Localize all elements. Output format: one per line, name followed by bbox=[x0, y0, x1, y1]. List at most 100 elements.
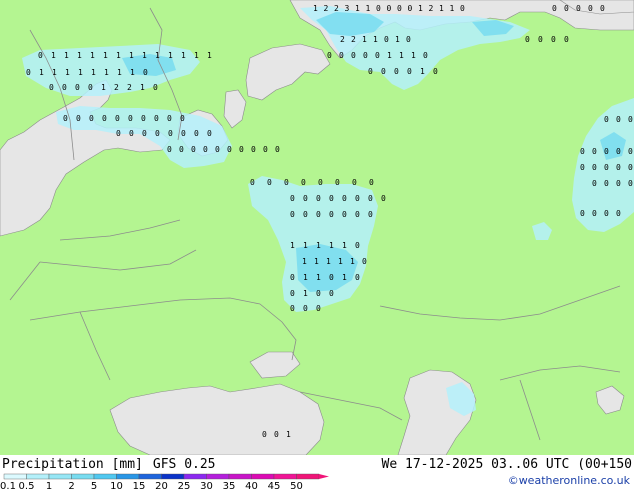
station-value: 1 bbox=[387, 51, 392, 60]
station-value: 0 bbox=[115, 114, 120, 123]
station-value: 1 bbox=[395, 35, 400, 44]
station-value: 0 bbox=[290, 194, 295, 203]
station-value: 1 bbox=[342, 241, 347, 250]
station-value: 0 bbox=[369, 178, 374, 187]
station-value: 0 bbox=[616, 209, 621, 218]
station-value: 1 bbox=[290, 241, 295, 250]
station-value: 1 bbox=[373, 35, 378, 44]
station-value: 2 bbox=[429, 4, 434, 13]
legend-label: 10 bbox=[110, 481, 123, 490]
station-value: 0 bbox=[387, 4, 392, 13]
legend-swatch bbox=[296, 473, 320, 480]
legend-label: 30 bbox=[200, 481, 213, 490]
station-value: 1 bbox=[104, 68, 109, 77]
station-value: 0 bbox=[588, 4, 593, 13]
station-value: 0 bbox=[335, 178, 340, 187]
model-label: GFS 0.25 bbox=[152, 457, 216, 472]
station-value: 1 bbox=[313, 4, 318, 13]
station-value: 1 bbox=[316, 273, 321, 282]
station-value: 0 bbox=[154, 114, 159, 123]
legend-label: 40 bbox=[245, 481, 258, 490]
station-value: 0 bbox=[616, 115, 621, 124]
station-value: 0 bbox=[284, 178, 289, 187]
station-value: 1 bbox=[78, 68, 83, 77]
station-value: 0 bbox=[604, 209, 609, 218]
station-value: 0 bbox=[616, 147, 621, 156]
station-value: 0 bbox=[329, 289, 334, 298]
station-value: 0 bbox=[628, 115, 633, 124]
station-value: 0 bbox=[263, 145, 268, 154]
station-value: 0 bbox=[251, 145, 256, 154]
station-value: 0 bbox=[525, 35, 530, 44]
station-value: 0 bbox=[580, 147, 585, 156]
station-value: 0 bbox=[168, 129, 173, 138]
station-value: 0 bbox=[600, 4, 605, 13]
station-value: 0 bbox=[89, 114, 94, 123]
station-value: 0 bbox=[316, 289, 321, 298]
station-value: 0 bbox=[167, 145, 172, 154]
station-value: 0 bbox=[267, 178, 272, 187]
station-value: 0 bbox=[375, 51, 380, 60]
station-value: 0 bbox=[316, 304, 321, 313]
station-value: 0 bbox=[167, 114, 172, 123]
station-value: 3 bbox=[345, 4, 350, 13]
station-value: 0 bbox=[592, 209, 597, 218]
parameter-label: Precipitation [mm] bbox=[2, 457, 143, 472]
station-value: 1 bbox=[52, 68, 57, 77]
legend-label: 1 bbox=[46, 481, 52, 490]
legend-swatch bbox=[116, 473, 140, 480]
station-value: 1 bbox=[302, 257, 307, 266]
station-value: 0 bbox=[604, 179, 609, 188]
station-value: 0 bbox=[355, 241, 360, 250]
legend-label: 5 bbox=[91, 481, 97, 490]
station-value: 0 bbox=[129, 129, 134, 138]
station-value: 0 bbox=[342, 194, 347, 203]
station-value: 0 bbox=[181, 129, 186, 138]
station-value: 0 bbox=[552, 4, 557, 13]
station-value: 0 bbox=[275, 145, 280, 154]
station-value: 1 bbox=[418, 4, 423, 13]
station-value: 0 bbox=[384, 35, 389, 44]
legend-label: 2 bbox=[68, 481, 74, 490]
station-value: 1 bbox=[130, 68, 135, 77]
station-value: 0 bbox=[239, 145, 244, 154]
station-value: 0 bbox=[408, 4, 413, 13]
station-value: 1 bbox=[90, 51, 95, 60]
station-value: 1 bbox=[439, 4, 444, 13]
station-value: 0 bbox=[329, 210, 334, 219]
station-value: 0 bbox=[580, 209, 585, 218]
precipitation-map: 1 2 2 3 1 1 0 0 0 0 1 2 1 1 02 2 1 1 0 1 00 0 0 0 0 1 1 1 00 0 0 0 1 00 1 1… bbox=[0, 0, 634, 455]
station-value: 0 bbox=[355, 194, 360, 203]
station-value: 0 bbox=[423, 51, 428, 60]
station-value: 0 bbox=[191, 145, 196, 154]
station-value: 0 bbox=[227, 145, 232, 154]
station-value: 1 bbox=[51, 51, 56, 60]
credit-link[interactable]: ©weatheronline.co.uk bbox=[508, 474, 630, 487]
legend-label: 20 bbox=[155, 481, 168, 490]
station-value: 0 bbox=[407, 67, 412, 76]
station-value: 0 bbox=[406, 35, 411, 44]
station-value: 1 bbox=[91, 68, 96, 77]
station-value: 1 bbox=[129, 51, 134, 60]
station-value: 2 bbox=[114, 83, 119, 92]
station-value: 0 bbox=[303, 304, 308, 313]
legend-label: 45 bbox=[268, 481, 281, 490]
station-value: 0 bbox=[76, 114, 81, 123]
station-value: 0 bbox=[339, 51, 344, 60]
legend-swatch bbox=[138, 473, 162, 480]
station-value: 1 bbox=[399, 51, 404, 60]
station-value: 0 bbox=[551, 35, 556, 44]
station-value: 0 bbox=[592, 147, 597, 156]
station-value: 1 bbox=[181, 51, 186, 60]
station-value: 1 bbox=[142, 51, 147, 60]
station-value: 1 bbox=[303, 241, 308, 250]
station-value: 1 bbox=[39, 68, 44, 77]
station-value: 0 bbox=[301, 178, 306, 187]
station-value: 0 bbox=[290, 289, 295, 298]
station-value: 2 bbox=[324, 4, 329, 13]
station-value: 0 bbox=[397, 4, 402, 13]
station-value: 1 bbox=[450, 4, 455, 13]
legend-swatch bbox=[251, 473, 275, 480]
station-value: 2 bbox=[334, 4, 339, 13]
station-value: 0 bbox=[564, 4, 569, 13]
